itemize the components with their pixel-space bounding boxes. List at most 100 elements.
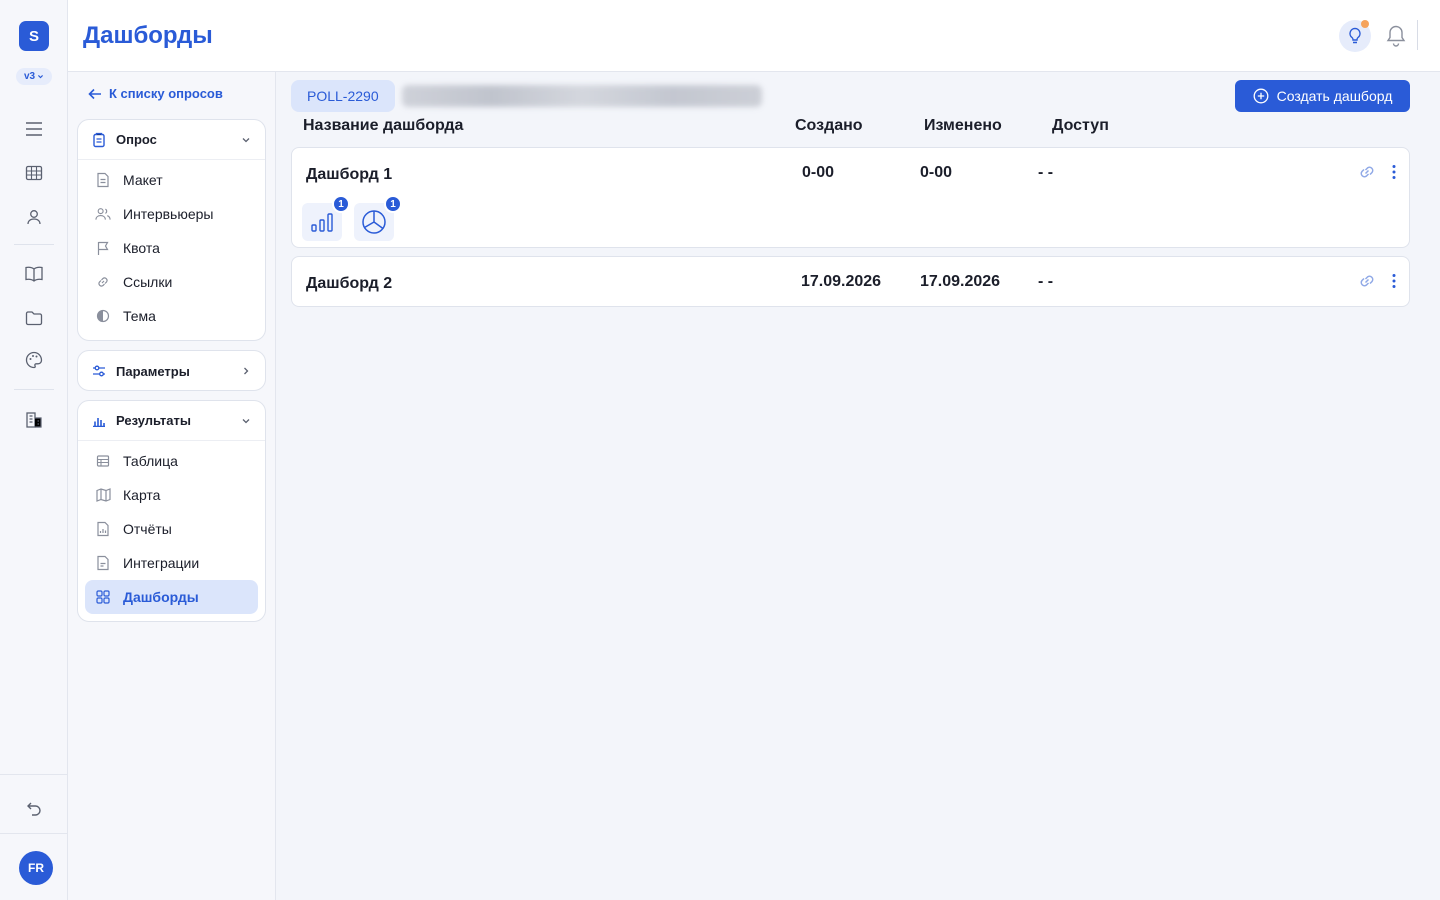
link-icon — [95, 274, 111, 290]
arrow-left-icon — [88, 88, 101, 99]
params-section-title: Параметры — [116, 363, 190, 379]
dashboard-row[interactable]: Дашборд 1 0-00 0-00 - - 1 1 — [291, 147, 1410, 248]
link-icon[interactable] — [1357, 271, 1377, 296]
column-header-name[interactable]: Название дашборда — [303, 117, 463, 135]
map-icon — [95, 487, 111, 503]
avatar[interactable]: FR — [19, 851, 53, 885]
column-header-modified[interactable]: Изменено — [924, 117, 1002, 135]
rail-footer-divider — [0, 833, 68, 834]
app-logo[interactable]: S — [19, 21, 49, 51]
dashboard-row[interactable]: Дашборд 2 17.09.2026 17.09.2026 - - — [291, 256, 1410, 307]
dashboard-access: - - — [1038, 164, 1054, 181]
dashboard-created: 0-00 — [802, 164, 835, 181]
widget-count-badge: 1 — [384, 195, 402, 213]
sidebar-item-map[interactable]: Карта — [85, 478, 258, 512]
back-to-polls-link[interactable]: К списку опросов — [88, 86, 223, 101]
sidebar-item-table[interactable]: Таблица — [85, 444, 258, 478]
lightbulb-icon — [1349, 27, 1361, 44]
params-section[interactable]: Параметры — [77, 350, 266, 391]
sliders-icon — [93, 365, 105, 377]
dashboard-name[interactable]: Дашборд 2 — [306, 275, 392, 293]
user-icon[interactable] — [22, 205, 46, 229]
survey-section-title: Опрос — [116, 132, 157, 147]
sidebar-item-layout[interactable]: Макет — [85, 163, 258, 197]
widget-count-badge: 1 — [332, 195, 350, 213]
results-section: Результаты Таблица Карта Отчёты Интеграц… — [77, 400, 266, 622]
dashboard-name[interactable]: Дашборд 1 — [306, 166, 392, 184]
sidebar-item-reports[interactable]: Отчёты — [85, 512, 258, 546]
widget-bar-chart[interactable]: 1 — [302, 195, 350, 241]
row-actions — [1357, 271, 1397, 296]
sidebar-item-theme[interactable]: Тема — [85, 299, 258, 333]
sidebar-item-quota[interactable]: Квота — [85, 231, 258, 265]
app-rail: S v3 FR — [0, 0, 68, 900]
back-label: К списку опросов — [109, 86, 223, 101]
version-selector[interactable]: v3 — [16, 68, 52, 85]
poll-title-redacted — [402, 85, 762, 107]
sidebar-item-label: Ссылки — [123, 274, 173, 290]
survey-section-header[interactable]: Опрос — [78, 120, 265, 160]
sidebar-item-label: Карта — [123, 487, 161, 503]
column-header-created[interactable]: Создано — [795, 117, 863, 135]
row-actions — [1357, 162, 1397, 187]
survey-section: Опрос Макет Интервьюеры Квота Ссылки Тем… — [77, 119, 266, 341]
users-icon — [95, 206, 111, 222]
sidebar-item-integrations[interactable]: Интеграции — [85, 546, 258, 580]
tips-button[interactable] — [1339, 20, 1371, 52]
chevron-right-icon — [241, 366, 251, 376]
integration-icon — [95, 555, 111, 571]
rail-divider — [14, 244, 54, 245]
version-label: v3 — [23, 71, 36, 82]
results-section-header[interactable]: Результаты — [78, 401, 265, 441]
book-icon[interactable] — [22, 262, 46, 286]
table-icon — [95, 453, 111, 469]
rail-divider — [14, 389, 54, 390]
create-dashboard-label: Создать дашборд — [1276, 88, 1393, 104]
flag-icon — [95, 240, 111, 256]
building-icon[interactable] — [22, 408, 46, 432]
page-title: Дашборды — [83, 22, 213, 49]
sidebar-item-label: Квота — [123, 240, 160, 256]
table-icon[interactable] — [22, 161, 46, 185]
widget-pie-chart[interactable]: 1 — [354, 195, 402, 241]
notification-dot — [1361, 20, 1369, 28]
column-header-access[interactable]: Доступ — [1052, 117, 1109, 135]
chevron-down-icon — [38, 75, 44, 79]
dashboard-modified: 17.09.2026 — [920, 273, 1001, 290]
header-divider — [1417, 20, 1418, 50]
dashboard-created: 17.09.2026 — [801, 273, 882, 290]
folder-icon[interactable] — [22, 306, 46, 330]
bell-icon[interactable] — [1385, 24, 1409, 48]
link-icon[interactable] — [1357, 162, 1377, 187]
sidebar-item-label: Макет — [123, 172, 163, 188]
params-section-header[interactable]: Параметры — [78, 351, 265, 391]
chevron-down-icon — [241, 416, 251, 426]
more-options-icon[interactable] — [1391, 273, 1397, 294]
bar-chart-icon — [93, 417, 105, 427]
contrast-icon — [95, 308, 111, 324]
poll-id-tag[interactable]: POLL-2290 — [291, 80, 395, 112]
document-icon — [95, 172, 111, 188]
sidebar-item-interviewers[interactable]: Интервьюеры — [85, 197, 258, 231]
sidebar-item-dashboards[interactable]: Дашборды — [85, 580, 258, 614]
sidebar-item-label: Тема — [123, 308, 156, 324]
bar-chart-icon — [311, 213, 333, 232]
sidebar-item-label: Дашборды — [123, 589, 199, 605]
grid-icon — [95, 589, 111, 605]
chevron-down-icon — [241, 135, 251, 145]
results-section-title: Результаты — [116, 413, 191, 428]
survey-sidebar: К списку опросов Опрос Макет Интервьюеры… — [68, 72, 276, 900]
create-dashboard-button[interactable]: Создать дашборд — [1235, 80, 1410, 112]
menu-icon[interactable] — [22, 117, 46, 141]
sidebar-item-label: Таблица — [123, 453, 178, 469]
more-options-icon[interactable] — [1391, 164, 1397, 185]
sidebar-item-label: Отчёты — [123, 521, 172, 537]
dashboard-access: - - — [1038, 273, 1054, 290]
sidebar-item-links[interactable]: Ссылки — [85, 265, 258, 299]
page-header: Дашборды — [68, 0, 1440, 72]
palette-icon[interactable] — [22, 348, 46, 372]
sidebar-item-label: Интеграции — [123, 555, 200, 571]
sidebar-item-label: Интервьюеры — [123, 206, 214, 222]
undo-icon[interactable] — [22, 796, 46, 820]
pie-chart-icon — [362, 210, 386, 234]
